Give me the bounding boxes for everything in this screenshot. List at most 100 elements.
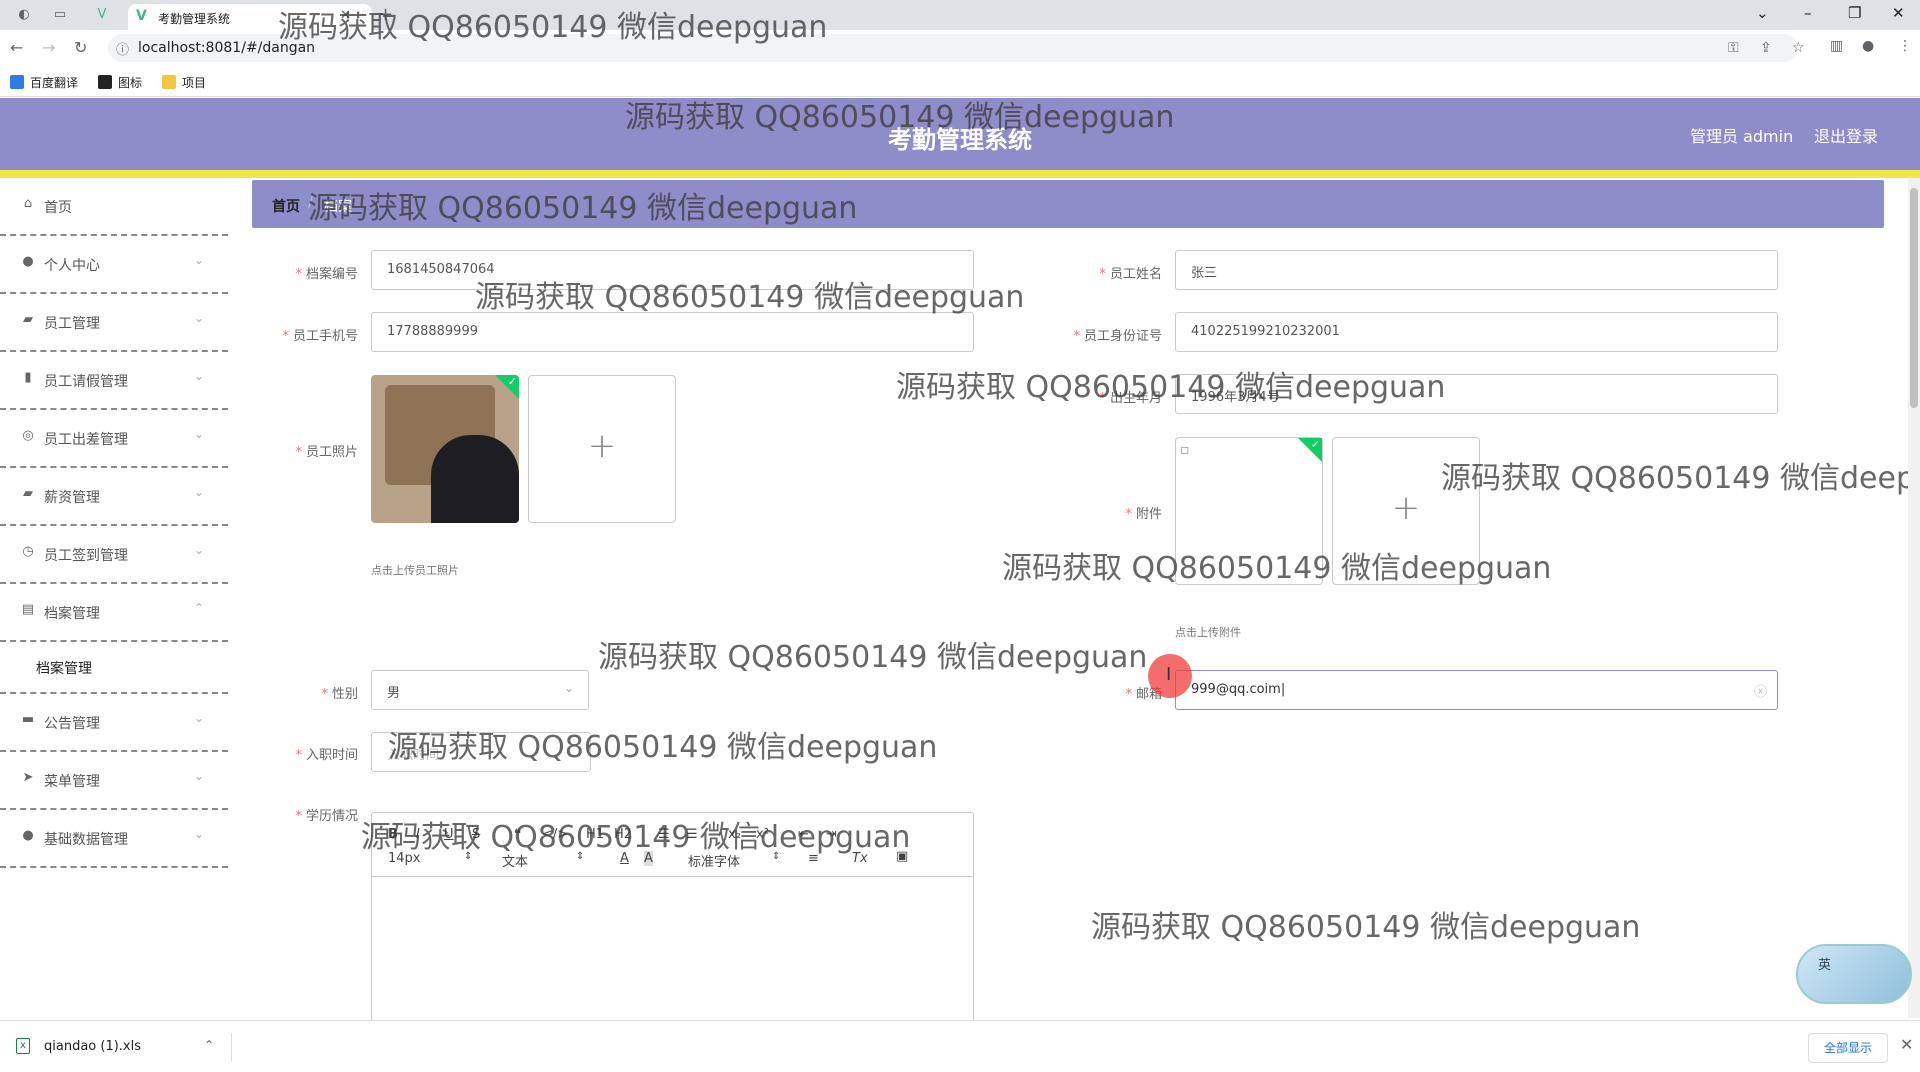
- more-icon[interactable]: ⋮: [1898, 38, 1912, 54]
- watermark: 源码获取 QQ86050149 微信deepguan: [308, 191, 858, 226]
- download-item[interactable]: x qiandao (1).xls ⌃: [12, 1033, 232, 1061]
- chevron-down-icon: ⌄: [194, 311, 205, 325]
- watermark: 源码获取 QQ86050149 微信deepguan: [388, 730, 938, 765]
- sidebar-item-leave[interactable]: ▮ 员工请假管理 ⌄: [0, 352, 228, 410]
- tab-title: 考勤管理系统: [158, 12, 231, 26]
- education-label: * 学历情况: [295, 809, 358, 824]
- sidebar-item-staff[interactable]: ▰ 员工管理 ⌄: [0, 294, 228, 352]
- profile-icon[interactable]: ●: [1862, 38, 1874, 54]
- chevron-down-icon: ⌄: [194, 485, 205, 499]
- logout-link[interactable]: 退出登录: [1814, 123, 1878, 147]
- attachment-label: * 附件: [1125, 507, 1162, 522]
- chevron-down-icon: ⌄: [194, 253, 205, 267]
- chevron-down-icon: ⌄: [194, 427, 205, 441]
- restore-icon[interactable]: ❐: [1848, 4, 1861, 22]
- chevron-down-icon: ⌄: [564, 681, 575, 695]
- sidebar-item-home[interactable]: ⌂ 首页: [0, 178, 228, 236]
- tab-search-icon[interactable]: ⌄: [1756, 4, 1769, 22]
- phone-field[interactable]: 17788889999: [371, 312, 974, 352]
- email-label: * 邮箱: [1125, 687, 1162, 702]
- chevron-up-icon[interactable]: ⌃: [204, 1038, 214, 1052]
- chevron-down-icon: ⌄: [194, 543, 205, 557]
- header-user: 管理员 admin: [1690, 127, 1794, 146]
- ime-mode-label: 英: [1818, 958, 1832, 973]
- watermark: 源码获取 QQ86050149 微信deepguan: [1091, 910, 1641, 945]
- user-icon: ●: [22, 254, 34, 269]
- key-icon[interactable]: ⚿: [1728, 40, 1739, 56]
- email-field[interactable]: 999@qq.coim| ⓧ: [1175, 670, 1778, 710]
- photo-upload-button[interactable]: +: [528, 375, 676, 523]
- watermark: 源码获取 QQ86050149 微信deepguan: [361, 820, 911, 855]
- watermark: 源码获取 QQ86050149 微信deepguan: [598, 640, 1148, 675]
- compass-icon: ◎: [22, 428, 34, 443]
- sidebar: ⌂ 首页 ● 个人中心 ⌄ ▰ 员工管理 ⌄ ▮ 员工请假管理 ⌄ ◎ 员工出差管理 ⌄ ▰ 薪资管…: [0, 178, 228, 1018]
- employee-photo[interactable]: ✓: [371, 375, 519, 523]
- watermark: 源码获取 QQ86050149 微信deepguan: [475, 280, 1025, 315]
- browser-menu-icon[interactable]: ◐: [16, 7, 32, 23]
- breadcrumb-home[interactable]: 首页: [272, 196, 300, 216]
- chevron-up-icon: ⌃: [194, 601, 205, 615]
- folder-icon: [162, 75, 176, 89]
- sidebar-item-basedata[interactable]: ● 基础数据管理 ⌄: [0, 810, 228, 868]
- sidebar-item-signin[interactable]: ◷ 员工签到管理 ⌄: [0, 526, 228, 584]
- sidebar-item-trip[interactable]: ◎ 员工出差管理 ⌄: [0, 410, 228, 468]
- sidebar-item-menu[interactable]: ➤ 菜单管理 ⌄: [0, 752, 228, 810]
- bookmark-baidu-translate[interactable]: 百度翻译: [10, 74, 78, 91]
- watermark: 源码获取 QQ86050149 微信deepguan: [896, 370, 1446, 405]
- share-icon[interactable]: ⇪: [1760, 40, 1772, 56]
- show-all-downloads-button[interactable]: 全部显示: [1808, 1033, 1888, 1063]
- forward-icon[interactable]: →: [42, 38, 55, 57]
- check-icon: ✓: [507, 375, 517, 388]
- star-icon[interactable]: ☆: [1792, 40, 1805, 56]
- bookmark-icons[interactable]: 图标: [98, 74, 142, 91]
- page-scrollbar[interactable]: [1908, 178, 1920, 1018]
- hire-date-label: * 入职时间: [295, 748, 358, 763]
- watermark: 源码获取 QQ86050149 微信deepguan: [1002, 551, 1552, 586]
- sidebar-item-notice[interactable]: ▬ 公告管理 ⌄: [0, 694, 228, 752]
- name-field[interactable]: 张三: [1175, 250, 1778, 290]
- chevron-down-icon: ⌄: [194, 711, 205, 725]
- sidebar-item-salary[interactable]: ▰ 薪资管理 ⌄: [0, 468, 228, 526]
- briefcase-icon: ▰: [23, 486, 33, 501]
- attachment-upload-hint: 点击上传附件: [1175, 626, 1241, 639]
- bookmark-project[interactable]: 项目: [162, 74, 206, 91]
- name-label: * 员工姓名: [1099, 267, 1162, 282]
- sidebar-item-archive[interactable]: ▤ 档案管理 ⌃: [0, 584, 228, 642]
- sidebar-item-profile[interactable]: ● 个人中心 ⌄: [0, 236, 228, 294]
- monitor-icon: ▬: [21, 712, 35, 727]
- broken-image-icon: ▫: [1180, 442, 1190, 458]
- person-figure: [431, 435, 519, 523]
- scroll-thumb[interactable]: [1910, 188, 1918, 408]
- reload-icon[interactable]: ↻: [74, 38, 87, 57]
- watermark: 源码获取 QQ86050149 微信deepguan: [278, 10, 828, 45]
- archive-no-label: * 档案编号: [295, 267, 358, 282]
- sidebar-subitem-archive[interactable]: 档案管理: [0, 642, 228, 694]
- vue-logo-icon: V: [136, 8, 147, 24]
- id-card-field[interactable]: 410225199210232001: [1175, 312, 1778, 352]
- image-icon: [98, 75, 112, 89]
- bar-chart-icon: ▮: [24, 370, 32, 385]
- back-icon[interactable]: ←: [10, 38, 23, 57]
- close-window-icon[interactable]: ✕: [1892, 4, 1905, 22]
- tab-icon[interactable]: ▭: [52, 7, 68, 23]
- chevron-down-icon: ⌄: [194, 369, 205, 383]
- watermark: 源码获取 QQ86050149 微信deepguan: [625, 100, 1175, 135]
- vue-tab-icon[interactable]: V: [94, 7, 110, 23]
- send-icon: ➤: [22, 770, 34, 785]
- ime-widget[interactable]: 英: [1796, 944, 1912, 1004]
- watermark: 源码获取 QQ86050149 微信deepguan: [1441, 461, 1920, 496]
- text-cursor-icon: I: [1166, 664, 1172, 685]
- close-download-bar-icon[interactable]: ✕: [1900, 1035, 1913, 1054]
- id-card-label: * 员工身份证号: [1073, 329, 1162, 344]
- clear-input-icon[interactable]: ⓧ: [1754, 681, 1767, 700]
- sidepanel-icon[interactable]: ▥: [1830, 38, 1843, 54]
- clipboard-icon: ▤: [21, 602, 35, 617]
- accent-bar: [0, 170, 1920, 178]
- minimize-icon[interactable]: –: [1804, 4, 1812, 22]
- info-icon[interactable]: ⓘ: [116, 39, 129, 58]
- photo-label: * 员工照片: [295, 445, 358, 460]
- plus-icon: +: [587, 426, 617, 466]
- gender-select[interactable]: 男 ⌄: [371, 670, 589, 710]
- phone-label: * 员工手机号: [282, 329, 358, 344]
- gender-label: * 性别: [321, 687, 358, 702]
